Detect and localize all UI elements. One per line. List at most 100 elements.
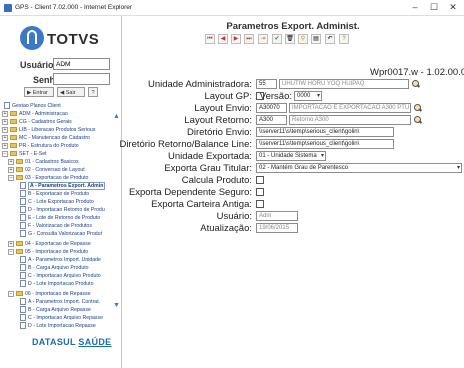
save-icon[interactable]: ✔ (272, 34, 282, 44)
tree-item-selected[interactable]: A - Parametros Export. Admin (20, 182, 106, 190)
layout-retorno-code-input[interactable]: A300 (256, 115, 287, 125)
tree-item[interactable]: + LIB - Liberacao Produtos Serious (2, 126, 95, 134)
expand-icon[interactable]: + (8, 158, 14, 165)
tree-item[interactable]: D - Lote Importacao Repasse (20, 322, 96, 330)
folder-icon (16, 167, 23, 173)
folder-icon (16, 291, 23, 297)
expand-icon[interactable]: + (8, 166, 14, 173)
next-record-icon[interactable]: ▶ (231, 34, 241, 44)
expand-icon[interactable]: + (2, 142, 8, 149)
document-icon (20, 264, 26, 272)
exporta-carteira-checkbox[interactable] (256, 200, 264, 208)
tree-item[interactable]: C - Lote Exportacao Produto (20, 198, 94, 206)
tree-item[interactable]: −03 - Exportacao de Produto (8, 174, 88, 182)
folder-icon (16, 175, 23, 181)
tree-item[interactable]: + PR - Estrutura do Produto (2, 142, 79, 150)
maximize-button[interactable]: ☐ (427, 2, 441, 13)
layout-envio-code-input[interactable]: A30070 (256, 103, 287, 113)
help-icon[interactable]: ? (339, 34, 349, 44)
tree-item[interactable]: D - Lote Importacao Produto (20, 280, 93, 288)
zoom-icon[interactable] (412, 80, 420, 88)
page-title: Parametros Export. Administ. (226, 21, 360, 32)
tree-item[interactable]: A - Parametros Import. Unidade (20, 256, 101, 264)
tree-item[interactable]: B - Carga Arquivo Produto (20, 264, 89, 272)
document-icon (20, 206, 26, 214)
scroll-down-icon[interactable]: ▼ (113, 302, 120, 309)
senha-input[interactable] (53, 73, 110, 85)
monitor-icon (4, 102, 10, 110)
first-record-icon[interactable]: ⏮ (205, 34, 215, 44)
entrar-button[interactable]: ▶ Entrar (24, 87, 54, 97)
tree-item[interactable]: G - Consulta Valorizacao Produt (20, 230, 102, 238)
expand-icon[interactable]: + (2, 134, 8, 141)
tree-item[interactable]: + CG - Cadastros Gerais (2, 118, 72, 126)
expand-icon[interactable]: + (2, 110, 8, 117)
unidade-code-input[interactable]: 55 (256, 79, 277, 89)
zoom-icon[interactable] (414, 116, 422, 124)
expand-icon[interactable]: + (2, 118, 8, 125)
document-icon (20, 306, 26, 314)
tree-item[interactable]: −05 - Importacao de Produto (8, 248, 88, 256)
app-icon (4, 4, 12, 12)
tree-item[interactable]: − SET - E-Set (2, 150, 47, 158)
tree-item[interactable]: +01 - Cadastros Basicos (8, 158, 79, 166)
close-button[interactable]: ✕ (446, 2, 460, 13)
versao-select[interactable]: 0000 ▾ (294, 91, 322, 101)
tree-item[interactable]: −06 - Importacao de Repasse (8, 290, 90, 298)
undo-icon[interactable]: ↶ (325, 34, 335, 44)
exporta-carteira-label: Exporta Carteira Antiga: (151, 199, 252, 210)
datasul-saude-logo: DATASUL SAÚDE (32, 337, 112, 347)
calcula-produto-checkbox[interactable] (256, 176, 264, 184)
tree-item[interactable]: A - Parametros Import. Contrat. (20, 298, 100, 306)
layout-envio-label: Layout Envio: (194, 103, 252, 114)
document-icon (20, 322, 26, 330)
expand-icon[interactable]: + (8, 240, 14, 247)
document-icon (20, 256, 26, 264)
tree-item[interactable]: E - Lote de Retorno de Produto (20, 214, 100, 222)
sair-button[interactable]: ◀ Sair (57, 87, 85, 97)
window-titlebar: GPS - Client 7.02.000 - Internet Explore… (0, 0, 464, 16)
tree-item[interactable]: B - Carga Arquivo Repasse (20, 306, 91, 314)
minimize-button[interactable]: – (408, 2, 422, 12)
dir-retorno-input[interactable]: \\server11\s\temp\serious_client\golin\ (256, 139, 394, 149)
layout-retorno-desc-field: Retorno A300 (289, 115, 411, 125)
folder-icon (16, 249, 23, 255)
tree-item[interactable]: C - Importacao Arquivo Produto (20, 272, 101, 280)
grau-titular-select[interactable]: 02 - Mantém Grau de Parentesco ▾ (256, 163, 462, 173)
search-icon[interactable]: ⚲ (298, 34, 308, 44)
usuario-input[interactable]: ADM (53, 58, 110, 70)
prev-record-icon[interactable]: ◀ (218, 34, 228, 44)
scroll-up-icon[interactable]: ▲ (113, 113, 120, 120)
grau-titular-label: Exporta Grau Titular: (164, 163, 252, 174)
tree-item[interactable]: D - Importacao Retorno de Produ (20, 206, 105, 214)
expand-icon[interactable]: + (2, 126, 8, 133)
collapse-icon[interactable]: − (8, 248, 14, 255)
sidebar: TOTVS Usuário: ADM Senha: ▶ Entrar ◀ Sai… (0, 16, 122, 368)
help-button[interactable]: ? (88, 87, 98, 97)
tree-item[interactable]: + MC - Manutencao de Cadastro (2, 134, 90, 142)
tree-item[interactable]: +04 - Exportacao de Repasse (8, 240, 91, 248)
atualizacao-label: Atualização: (200, 223, 252, 234)
collapse-icon[interactable]: − (2, 150, 8, 157)
collapse-icon[interactable]: − (8, 174, 14, 181)
goto-icon[interactable]: ⇥ (258, 34, 268, 44)
window-title: GPS - Client 7.02.000 - Internet Explore… (15, 4, 133, 11)
collapse-icon[interactable]: − (8, 290, 14, 297)
print-icon[interactable]: ▤ (311, 34, 321, 44)
unidade-exportada-select[interactable]: 01 - Unidade Sistema ▾ (256, 151, 326, 161)
last-record-icon[interactable]: ⏭ (244, 34, 254, 44)
tree-item[interactable]: F - Valorizacao de Produtos (20, 222, 92, 230)
tree-item[interactable]: Gestao Planos Client (4, 102, 61, 110)
tree-item[interactable]: B - Exportacao de Produto (20, 190, 89, 198)
zoom-icon[interactable] (414, 104, 422, 112)
tree-item[interactable]: + ADM - Administracao (2, 110, 68, 118)
dir-envio-input[interactable]: \\server11\s\temp\serious_client\golin\ (256, 127, 394, 137)
delete-icon[interactable]: 🗑 (285, 34, 295, 44)
exporta-dependente-checkbox[interactable] (256, 188, 264, 196)
tree-item[interactable]: +02 - Conversao de Layout (8, 166, 85, 174)
document-icon (20, 314, 26, 322)
document-icon (20, 214, 26, 222)
chevron-down-icon: ▾ (316, 93, 320, 99)
folder-icon (10, 127, 17, 133)
tree-item[interactable]: C - Importacao Arquivo Repasse (20, 314, 103, 322)
